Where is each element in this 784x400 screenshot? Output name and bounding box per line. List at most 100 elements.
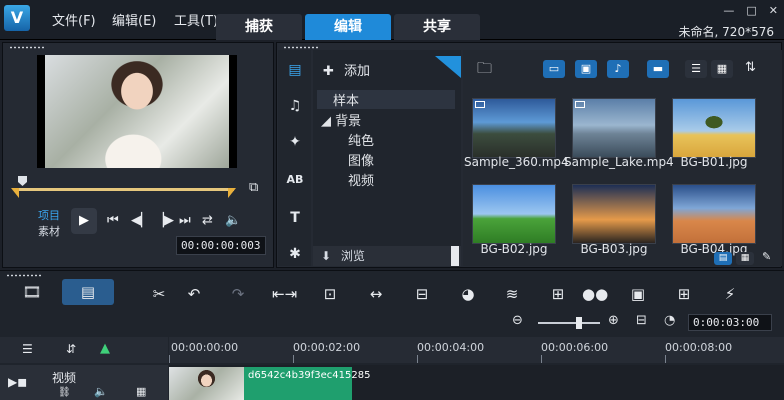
panel-grip[interactable] — [6, 274, 42, 277]
title-ab-icon[interactable]: AB — [284, 170, 306, 190]
timeline-view-button[interactable]: ▤ — [62, 279, 114, 305]
link-icon[interactable]: ⛓ — [58, 387, 71, 398]
library-toolbar: ▤ ♫ ✦ AB T ✱ — [278, 50, 311, 266]
mask-icon[interactable]: ●● — [582, 283, 608, 305]
tree-item-solid[interactable]: 纯色 — [348, 130, 374, 149]
play-button[interactable]: ▶ — [71, 208, 97, 234]
audio-icon[interactable]: ♫ — [284, 96, 306, 116]
import-folder-icon[interactable]: 🗀 — [477, 58, 492, 83]
add-marker-icon[interactable]: ▲ — [100, 341, 110, 356]
scrub-bar[interactable] — [16, 188, 234, 191]
speed-icon[interactable]: ⚡ — [718, 283, 742, 305]
prev-frame-icon[interactable]: ◀▏ — [131, 213, 151, 228]
audio-wave-icon[interactable]: ≋ — [500, 283, 524, 305]
edit-pencil-icon[interactable]: ✎ — [762, 250, 771, 263]
tree-item-image[interactable]: 图像 — [348, 150, 374, 169]
effects-icon[interactable]: ✦ — [284, 132, 306, 152]
multi-view-icon[interactable]: ⊞ — [672, 283, 696, 305]
tab-capture[interactable]: 捕获 — [216, 14, 302, 40]
zoom-knob[interactable] — [576, 317, 582, 329]
volume-icon[interactable]: 🔈 — [225, 213, 241, 228]
end-icon[interactable]: ⏭ — [179, 213, 191, 228]
zoom-slider[interactable] — [538, 322, 600, 324]
menu-file[interactable]: 文件(F) — [52, 10, 96, 29]
media-icon[interactable]: ▤ — [284, 60, 306, 80]
clock-icon: ◔ — [664, 313, 676, 328]
track-name[interactable]: 视频 — [52, 369, 76, 386]
menu-edit[interactable]: 编辑(E) — [112, 10, 156, 29]
video-clip[interactable]: d6542c4b39f3ec415285 — [244, 367, 370, 400]
show-video-button[interactable]: ▭ — [543, 60, 565, 78]
home-icon[interactable]: ⏮ — [107, 213, 119, 228]
grid-track-icon[interactable]: ▦ — [136, 385, 146, 398]
timeline-panel: 🎞 ▤ ✂ ↶ ↷ ⇤⇥ ⊡ ↔ ⊟ ◕ ≋ ⊞ ●● ▣ ⊞ ⚡ ⊖ ⊕ ⊟ … — [0, 270, 784, 400]
motion-track-icon[interactable]: ⊞ — [546, 283, 570, 305]
library-view-button[interactable]: ▬ — [647, 60, 669, 78]
panel-grip[interactable] — [283, 46, 319, 49]
ruler-label: 00:00:02:00 — [293, 341, 361, 354]
media-label: BG-B01.jpg — [680, 155, 748, 169]
tab-edit[interactable]: 编辑 — [305, 14, 391, 40]
tree-item-sample[interactable]: 样本 — [317, 90, 455, 109]
close-button[interactable]: ✕ — [769, 4, 778, 17]
fit-project-icon[interactable]: ⇤⇥ — [272, 283, 297, 305]
media-label: BG-B02.jpg — [480, 242, 548, 256]
add-folder-button[interactable]: ✚ 添加 — [323, 60, 370, 79]
media-thumb[interactable] — [572, 98, 656, 158]
mode-clip[interactable]: 素材 — [38, 223, 60, 239]
resize-preview-icon[interactable]: ⧉ — [249, 180, 258, 195]
tree-scrollbar[interactable] — [451, 246, 459, 266]
time-ruler[interactable]: 00:00:00:00 00:00:02:00 00:00:04:00 00:0… — [169, 337, 784, 363]
list-view-button[interactable]: ☰ — [685, 60, 707, 78]
text-icon[interactable]: T — [284, 208, 306, 228]
maximize-button[interactable]: □ — [746, 4, 756, 17]
tab-share[interactable]: 共享 — [394, 14, 480, 40]
fit-timeline-icon[interactable]: ⊟ — [636, 313, 647, 328]
storyboard-view-button[interactable]: 🎞 — [6, 279, 58, 305]
pin-icon[interactable] — [435, 56, 461, 78]
video-track-header: ▶◼ 视频 ⛓ 🔈 ▦ — [0, 365, 168, 400]
graphics-icon[interactable]: ✱ — [284, 244, 306, 264]
panel-grip[interactable] — [9, 46, 45, 49]
redo-icon[interactable]: ↷ — [226, 283, 250, 305]
video-track-icon: ▶◼ — [8, 375, 28, 389]
mute-icon[interactable]: 🔈 — [94, 385, 108, 398]
mode-project[interactable]: 项目 — [38, 207, 60, 223]
repeat-icon[interactable]: ⇄ — [202, 213, 213, 228]
tree-item-video[interactable]: 视频 — [348, 170, 374, 189]
menu-tools[interactable]: 工具(T) — [174, 10, 218, 29]
crop-icon[interactable]: ⊡ — [318, 283, 342, 305]
grid-mode-icon[interactable]: ▦ — [736, 252, 754, 265]
media-thumb[interactable] — [572, 184, 656, 244]
split-icon[interactable]: ↔ — [364, 283, 388, 305]
tree-item-background[interactable]: ◢ 背景 — [321, 110, 361, 129]
clip-thumbnail[interactable] — [169, 367, 244, 400]
library-mode-icon[interactable]: ▤ — [714, 252, 732, 265]
minimize-button[interactable]: — — [723, 4, 734, 17]
chapter-icon[interactable]: ⇵ — [66, 342, 76, 356]
zoom-out-icon[interactable]: ⊖ — [512, 313, 523, 328]
show-audio-button[interactable]: ♪ — [607, 60, 629, 78]
browse-button[interactable]: ⬇ 浏览 — [313, 246, 461, 266]
timeline-duration[interactable]: 0:00:03:00 — [688, 314, 772, 331]
sort-icon[interactable]: ⇅ — [745, 60, 756, 75]
show-photo-button[interactable]: ▣ — [575, 60, 597, 78]
thumb-view-button[interactable]: ▦ — [711, 60, 733, 78]
media-label: Sample_Lake.mp4 — [564, 155, 674, 169]
color-grading-icon[interactable]: ◕ — [456, 283, 480, 305]
ruler-tick — [169, 355, 170, 363]
undo-icon[interactable]: ↶ — [182, 283, 206, 305]
track-manager-icon[interactable]: ☰ — [22, 342, 33, 356]
media-thumb[interactable] — [672, 98, 756, 158]
media-thumb[interactable] — [472, 98, 556, 158]
media-thumb[interactable] — [472, 184, 556, 244]
media-thumb[interactable] — [672, 184, 756, 244]
workspace-tabs: 捕获 编辑 共享 — [216, 14, 483, 40]
tools-icon[interactable]: ✂ — [147, 283, 171, 305]
player-timecode[interactable]: 00:00:00:003 — [176, 236, 266, 255]
zoom-in-icon[interactable]: ⊕ — [608, 313, 619, 328]
subtitle-icon[interactable]: ▣ — [626, 283, 650, 305]
clip-name: d6542c4b39f3ec415285 — [248, 370, 371, 381]
next-frame-icon[interactable]: ▕▶ — [154, 213, 174, 228]
trim-icon[interactable]: ⊟ — [410, 283, 434, 305]
